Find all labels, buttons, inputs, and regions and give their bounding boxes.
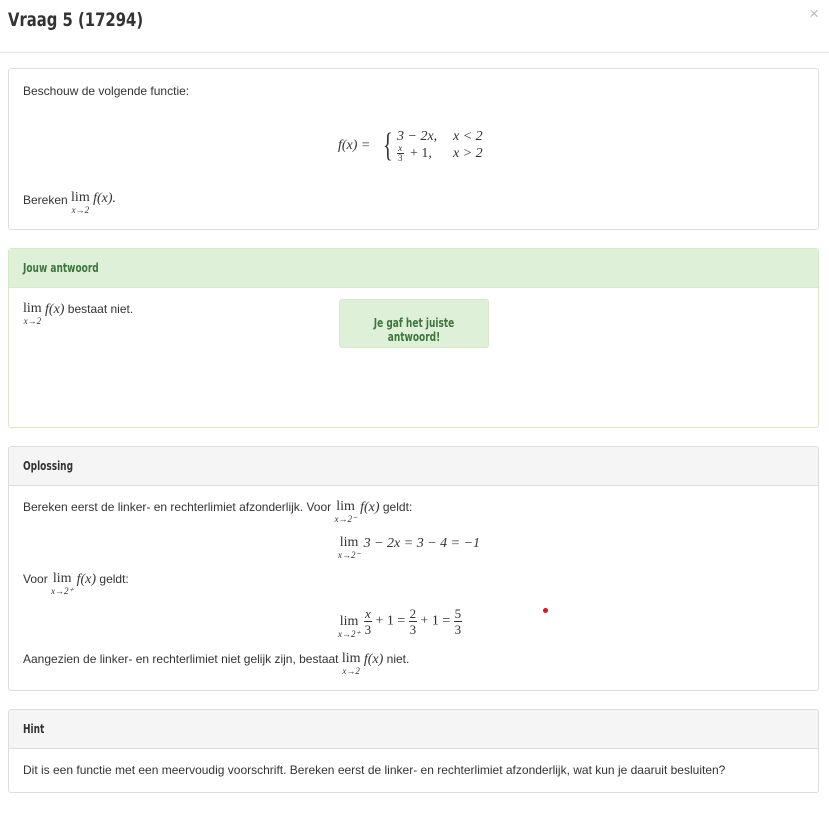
case2-fraction: x 3 [397, 144, 404, 163]
hint-text: Dit is een functie met een meervoudig vo… [23, 763, 726, 777]
line3-limit: lim x→2 [341, 651, 361, 677]
task-lim-subscript: x→2 [71, 205, 90, 215]
eq2-f2-denominator: 3 [409, 622, 417, 637]
question-task: Bereken lim x→2 f(x). [23, 190, 116, 216]
line3-prefix: Aangezien de linker- en rechterlimiet ni… [23, 652, 339, 666]
case2-rest: + 1, [410, 146, 432, 161]
solution-equation2: lim x→2⁺ x 3 + 1 = 2 3 + 1 = 5 3 [338, 606, 463, 643]
solution-equation1: lim x→2⁻ 3 − 2x = 3 − 4 = −1 [338, 535, 481, 561]
eq2-middle-1: + 1 = [375, 613, 406, 629]
answer-lim-subscript: x→2 [23, 316, 42, 326]
solution-line1: Bereken eerst de linker- en rechterlimie… [23, 499, 413, 525]
solution-line3: Aangezien de linker- en rechterlimiet ni… [23, 651, 410, 677]
close-icon[interactable]: × [809, 4, 819, 24]
task-limit: lim x→2 [71, 190, 90, 216]
eq1-lim-word: lim [339, 535, 359, 550]
line3-lim-word: lim [341, 651, 361, 666]
task-lim-word: lim [71, 190, 90, 205]
answer-expression: f(x) [45, 302, 65, 317]
task-expression: f(x). [93, 191, 116, 206]
question-intro: Beschouw de volgende functie: [23, 84, 190, 98]
eq1-expression: 3 − 2x = 3 − 4 = −1 [363, 536, 481, 551]
line1-limit: lim x→2⁻ [334, 499, 357, 525]
eq2-limit: lim x→2⁺ [338, 614, 361, 640]
line2-lim-word: lim [52, 571, 72, 586]
hint-heading-title: Hint [23, 722, 45, 736]
line2-prefix: Voor [23, 572, 48, 586]
solution-panel: Oplossing Bereken eerst de linker- en re… [8, 446, 819, 691]
line3-expression: f(x) [363, 652, 384, 667]
line2-lim-subscript: x→2⁺ [51, 586, 74, 596]
case1-expression: 3 − 2x, [397, 129, 438, 144]
eq2-fraction-1: x 3 [363, 606, 373, 637]
eq2-f1-numerator: x [363, 606, 373, 622]
task-prefix: Bereken [23, 193, 68, 207]
hint-heading: Hint [9, 710, 818, 749]
modal-title: Vraag 5 (17294) [8, 9, 144, 31]
eq1-limit: lim x→2⁻ [338, 535, 361, 561]
function-lhs: f(x) = [338, 138, 371, 153]
line1-expression: f(x) [360, 500, 380, 515]
line2-expression: f(x) [76, 572, 97, 587]
eq2-fraction-3: 5 3 [453, 606, 463, 637]
line2-limit: lim x→2⁺ [51, 571, 74, 597]
case-brace: { [383, 127, 393, 164]
cursor-dot [543, 608, 548, 613]
modal-header: Vraag 5 (17294) × [0, 0, 829, 53]
eq2-f2-numerator: 2 [408, 606, 418, 622]
feedback-text: Je gaf het juiste antwoord! [373, 316, 455, 344]
line3-lim-subscript: x→2 [342, 666, 360, 676]
eq2-fraction-2: 2 3 [408, 606, 418, 637]
eq2-f3-numerator: 5 [453, 606, 463, 622]
case2-condition: x > 2 [453, 146, 483, 161]
question-panel: Beschouw de volgende functie: f(x) = { 3… [8, 68, 819, 230]
feedback-correct-alert: Je gaf het juiste antwoord! [339, 299, 489, 348]
line3-suffix: niet. [386, 652, 410, 666]
solution-heading-title: Oplossing [23, 459, 74, 473]
answer-limit: lim x→2 [23, 301, 42, 327]
eq2-f1-denominator: 3 [364, 622, 372, 637]
solution-line2: Voor lim x→2⁺ f(x) geldt: [23, 571, 129, 597]
case2-denominator: 3 [398, 153, 403, 163]
line2-suffix: geldt: [99, 572, 129, 586]
line1-lim-word: lim [336, 499, 355, 514]
eq2-lim-subscript: x→2⁺ [338, 629, 361, 639]
answer-statement: bestaat niet. [67, 302, 134, 316]
solution-heading: Oplossing [9, 447, 818, 486]
eq2-f3-denominator: 3 [454, 622, 462, 637]
line1-suffix: geldt: [382, 500, 413, 514]
eq2-middle-2: + 1 = [420, 613, 451, 629]
answer-heading-title: Jouw antwoord [23, 261, 99, 275]
answer-panel: Jouw antwoord lim x→2 f(x) bestaat niet.… [8, 248, 819, 428]
answer-heading: Jouw antwoord [9, 249, 818, 288]
eq1-lim-subscript: x→2⁻ [338, 550, 361, 560]
eq2-lim-word: lim [339, 614, 359, 629]
answer-lim-word: lim [23, 301, 42, 316]
hint-panel: Hint Dit is een functie met een meervoud… [8, 709, 819, 793]
function-definition: f(x) = { 3 − 2x, x < 2 x 3 + 1, x > 2 [338, 127, 498, 169]
case1-condition: x < 2 [453, 129, 483, 144]
line1-prefix: Bereken eerst de linker- en rechterlimie… [23, 500, 332, 514]
line1-lim-subscript: x→2⁻ [334, 514, 357, 524]
answer-text: lim x→2 f(x) bestaat niet. [23, 301, 134, 327]
